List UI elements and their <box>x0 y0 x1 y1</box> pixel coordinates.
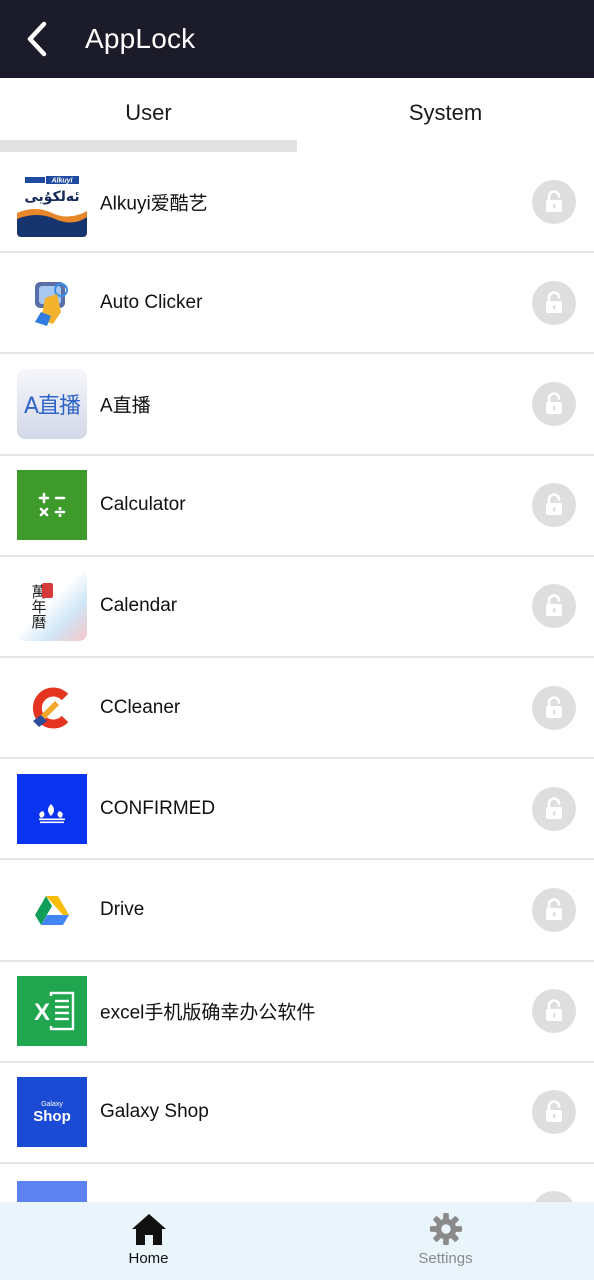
lock-toggle-button[interactable] <box>532 179 576 224</box>
app-name: Alkuyi爱酷艺 <box>100 193 208 215</box>
list-item[interactable]: CCleaner <box>0 658 594 760</box>
galaxy-shop-big-text: Shop <box>33 1107 71 1125</box>
tab-selected-indicator <box>0 140 297 152</box>
adidas-icon <box>17 773 87 844</box>
unlock-icon <box>546 493 562 516</box>
calendar-seal-icon <box>42 583 53 599</box>
back-button[interactable] <box>0 0 72 78</box>
unlock-icon <box>546 189 562 212</box>
tab-system-label: System <box>408 100 483 125</box>
list-item[interactable]: Calculator <box>0 456 594 557</box>
gear-icon <box>429 1212 462 1246</box>
unlock-icon <box>546 796 562 819</box>
tab-user[interactable]: User <box>0 78 297 152</box>
lock-toggle-button[interactable] <box>532 280 576 325</box>
list-item[interactable]: 萬年曆 Calendar <box>0 557 594 658</box>
lock-toggle-button[interactable] <box>532 989 576 1034</box>
nav-home-label: Home <box>128 1250 169 1267</box>
list-item[interactable]: Drive <box>0 860 594 962</box>
lock-toggle-button[interactable] <box>532 887 576 932</box>
nav-settings-label: Settings <box>418 1250 473 1267</box>
excel-icon-letter: X <box>34 999 50 1026</box>
app-name: Calculator <box>100 494 186 516</box>
app-name: CONFIRMED <box>100 797 216 819</box>
lock-toggle-button[interactable] <box>532 381 576 426</box>
home-icon <box>131 1214 166 1245</box>
auto-clicker-icon <box>17 268 87 338</box>
list-item[interactable]: X excel手机版确幸办公软件 <box>0 962 594 1063</box>
calendar-icon: 萬年曆 <box>17 571 87 642</box>
unlock-icon <box>546 898 562 920</box>
app-name: Galaxy Shop <box>100 1101 209 1123</box>
bottom-nav: Home Settings <box>0 1202 594 1280</box>
app-name: excel手机版确幸办公软件 <box>100 1002 316 1024</box>
unlock-icon <box>546 291 562 313</box>
alkuyi-script-text: ئەلكۇيى <box>24 189 79 205</box>
excel-icon: X <box>17 976 87 1047</box>
alkuyi-icon: Alkuyi ئەلكۇيى <box>17 166 87 237</box>
unlock-icon <box>546 594 562 617</box>
list-item[interactable]: Galaxy Shop Galaxy Shop <box>0 1063 594 1164</box>
app-icon-partial <box>17 1180 87 1202</box>
calculator-icon <box>17 470 87 541</box>
a-live-icon-text: A直播 <box>23 393 81 419</box>
lock-toggle-button[interactable] <box>532 584 576 629</box>
unlock-icon <box>546 392 562 414</box>
ccleaner-icon <box>17 673 87 743</box>
a-live-icon: A直播 <box>17 368 87 439</box>
lock-toggle-button-partial[interactable] <box>532 1190 576 1202</box>
unlock-icon <box>546 1100 562 1123</box>
list-item-partial[interactable] <box>0 1164 594 1202</box>
tab-system[interactable]: System <box>297 78 594 152</box>
app-name: Drive <box>100 898 145 920</box>
list-item[interactable]: Alkuyi ئەلكۇيى Alkuyi爱酷艺 <box>0 152 594 254</box>
lock-toggle-button[interactable] <box>532 786 576 831</box>
galaxy-shop-icon: Galaxy Shop <box>17 1077 87 1148</box>
unlock-icon <box>546 999 562 1022</box>
list-item[interactable]: A直播 A直播 <box>0 354 594 456</box>
unlock-icon <box>546 695 562 718</box>
app-name: Calendar <box>100 595 178 617</box>
lock-toggle-button[interactable] <box>532 483 576 528</box>
list-item[interactable]: CONFIRMED <box>0 759 594 861</box>
lock-toggle-button[interactable] <box>532 685 576 730</box>
app-bar: AppLock <box>0 0 594 78</box>
nav-settings[interactable]: Settings <box>297 1202 594 1280</box>
app-name: CCleaner <box>100 696 181 718</box>
tab-user-label: User <box>125 100 172 125</box>
lock-toggle-button[interactable] <box>532 1090 576 1135</box>
app-name: A直播 <box>100 395 151 417</box>
page-title: AppLock <box>85 23 196 54</box>
app-name: Auto Clicker <box>100 291 203 313</box>
drive-icon <box>17 875 87 945</box>
tab-bar: User System <box>0 78 594 152</box>
list-item[interactable]: Auto Clicker <box>0 253 594 355</box>
nav-home[interactable]: Home <box>0 1202 297 1280</box>
alkuyi-brand-text: Alkuyi <box>50 177 73 184</box>
app-list[interactable]: Alkuyi ئەلكۇيى Alkuyi爱酷艺 Auto Clicker A直… <box>0 152 594 1202</box>
back-arrow-icon <box>27 21 47 57</box>
